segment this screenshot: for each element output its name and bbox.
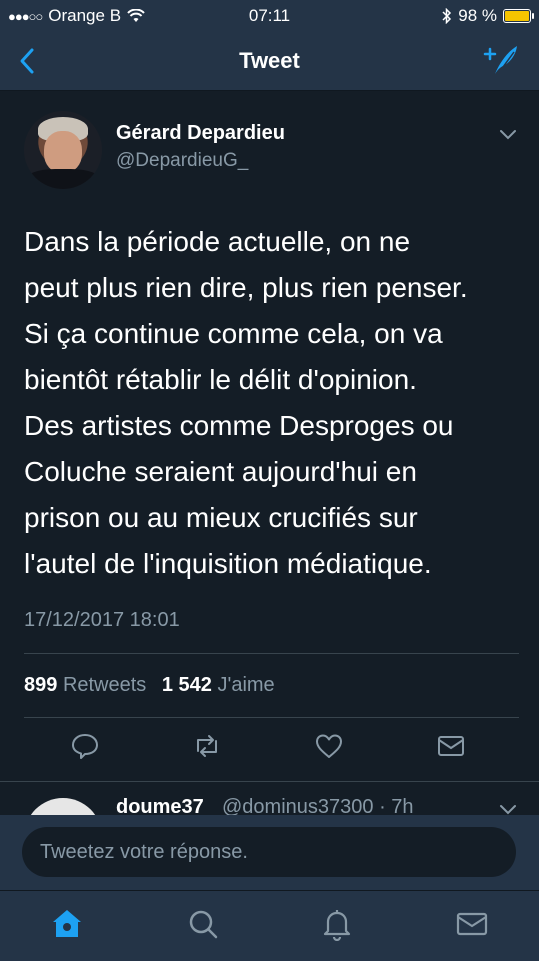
retweets-count[interactable]: 899	[24, 674, 57, 696]
tab-bar	[0, 890, 539, 961]
like-heart-icon[interactable]	[314, 731, 344, 761]
battery-fill	[505, 11, 529, 21]
tweet-line: l'autel de l'inquisition médiatique.	[24, 548, 432, 579]
page-title: Tweet	[239, 48, 300, 73]
likes-count[interactable]: 1 542	[162, 674, 212, 696]
nav-bar: Tweet	[0, 32, 539, 91]
tweet-stats: 899 Retweets 1 542 J'aime	[24, 674, 285, 697]
status-bar: ●●●○○ Orange B 07:11 98 %	[0, 0, 539, 32]
status-right: 98 %	[442, 6, 534, 26]
divider	[24, 653, 519, 654]
author-handle[interactable]: @DepardieuG_	[116, 150, 248, 172]
home-icon[interactable]	[50, 907, 84, 941]
reply-input[interactable]	[22, 827, 516, 877]
compose-tweet-icon[interactable]	[481, 42, 521, 78]
avatar-face	[44, 131, 82, 173]
author-name[interactable]: Gérard Depardieu	[116, 122, 285, 145]
reply-composer	[0, 815, 539, 890]
avatar[interactable]	[24, 111, 102, 189]
tweet-text: Dans la période actuelle, on ne peut plu…	[24, 219, 524, 587]
tweet-line: Des artistes comme Desproges ou	[24, 410, 454, 441]
direct-message-icon[interactable]	[436, 731, 466, 761]
reply-icon[interactable]	[70, 731, 100, 761]
tweet-timestamp: 17/12/2017 18:01	[24, 609, 180, 631]
tweet-line: Dans la période actuelle, on ne	[24, 226, 411, 257]
avatar-coat	[24, 169, 102, 189]
chevron-down-icon[interactable]	[499, 129, 517, 141]
battery-percent: 98 %	[458, 6, 497, 25]
tweet-line: Coluche seraient aujourd'hui en	[24, 456, 417, 487]
bluetooth-icon	[442, 8, 452, 24]
retweets-label[interactable]: Retweets	[63, 674, 146, 696]
divider	[0, 781, 539, 782]
tweet-actions	[0, 731, 539, 771]
tweet-line: bientôt rétablir le délit d'opinion.	[24, 364, 417, 395]
messages-icon[interactable]	[455, 907, 489, 941]
battery-icon	[503, 9, 534, 23]
retweet-icon[interactable]	[192, 731, 222, 761]
tweet-line: peut plus rien dire, plus rien penser.	[24, 272, 468, 303]
tweet-line: Si ça continue comme cela, on va	[24, 318, 443, 349]
tweet-line: prison ou au mieux crucifiés sur	[24, 502, 418, 533]
search-icon[interactable]	[186, 907, 220, 941]
divider	[24, 717, 519, 718]
notifications-bell-icon[interactable]	[320, 907, 354, 941]
likes-label[interactable]: J'aime	[218, 674, 275, 696]
